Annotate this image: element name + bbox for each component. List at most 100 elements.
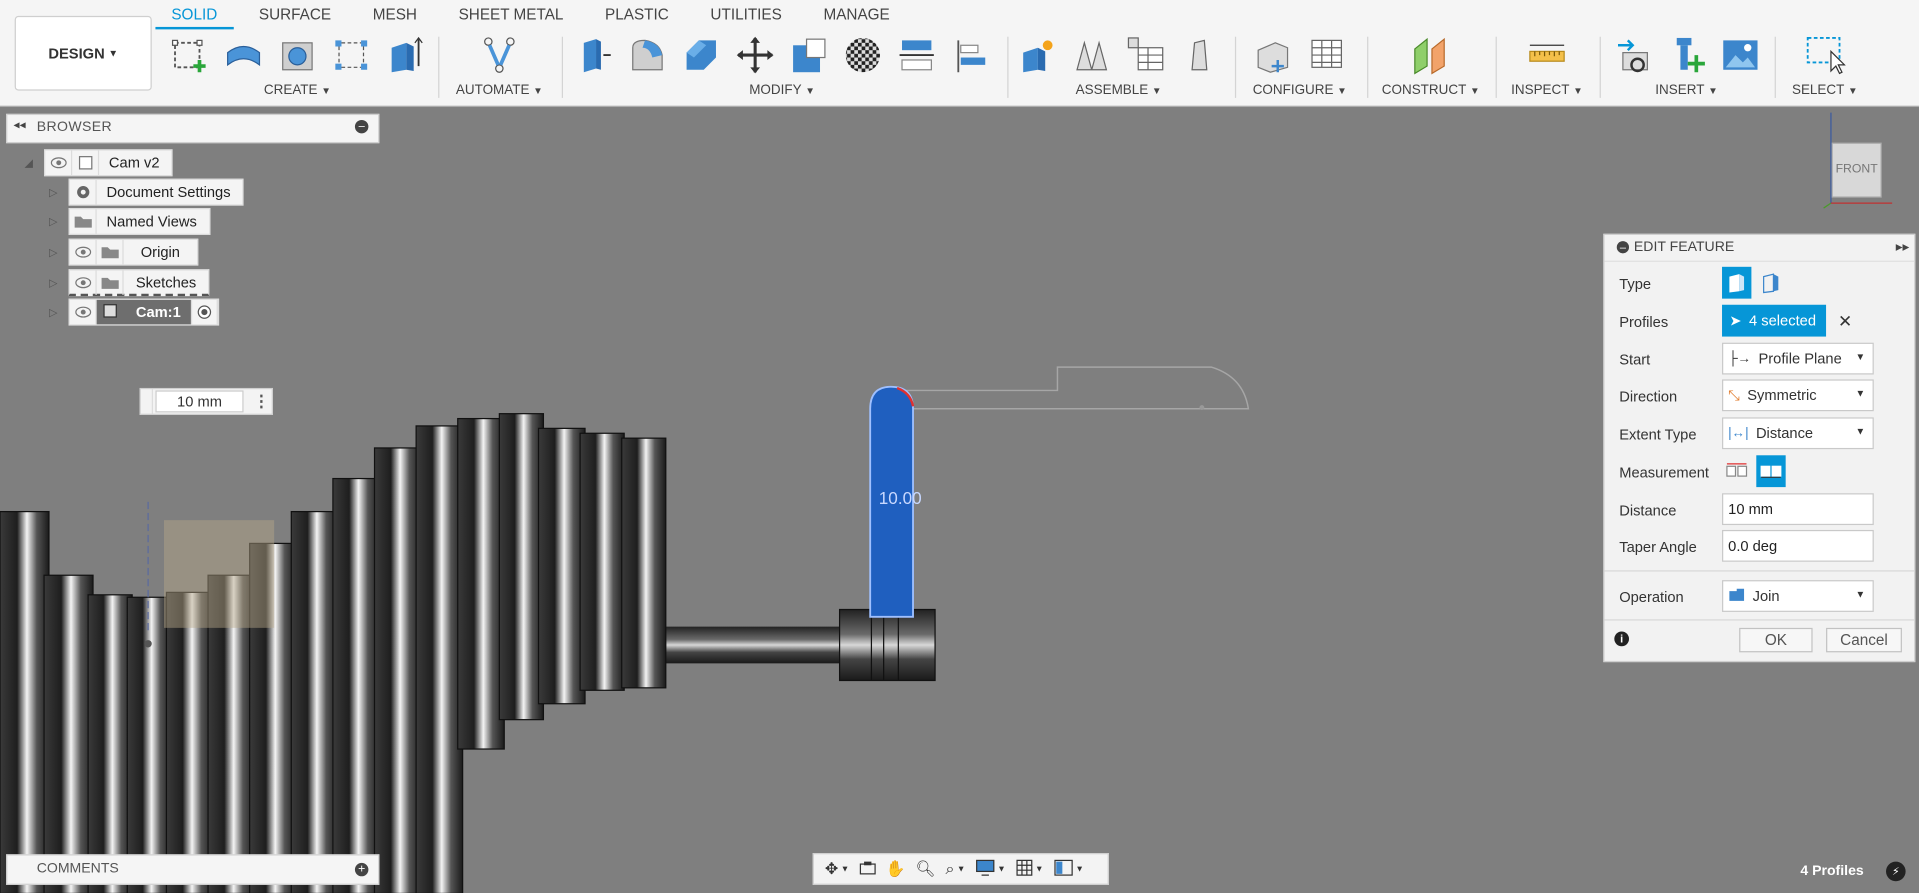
orbit-tool[interactable]: ✥ ▼ bbox=[821, 856, 853, 883]
expand-dialog-icon[interactable]: ▸▸ bbox=[1896, 239, 1910, 255]
select-icon[interactable] bbox=[1802, 32, 1849, 79]
joint-icon[interactable] bbox=[1068, 32, 1115, 79]
comments-panel[interactable]: COMMENTS + bbox=[6, 854, 380, 885]
eye-icon[interactable] bbox=[45, 150, 73, 176]
offset-plane-icon[interactable] bbox=[1407, 32, 1454, 79]
motion-link-icon[interactable] bbox=[1176, 32, 1223, 79]
tab-mesh[interactable]: MESH bbox=[373, 0, 417, 29]
expand-triangle-icon[interactable]: ▷ bbox=[49, 185, 61, 198]
expand-triangle-icon[interactable]: ▷ bbox=[49, 276, 61, 289]
insert-derive-icon[interactable] bbox=[1609, 32, 1656, 79]
expand-triangle-icon[interactable]: ▷ bbox=[49, 245, 61, 258]
scale-icon[interactable] bbox=[786, 32, 833, 79]
taper-angle-input[interactable]: 0.0 deg bbox=[1722, 529, 1874, 562]
assemble-menu[interactable]: ASSEMBLE ▼ bbox=[1011, 83, 1226, 98]
type-solid-icon[interactable] bbox=[1722, 266, 1752, 299]
create-menu[interactable]: CREATE ▼ bbox=[166, 83, 428, 98]
minimize-icon[interactable]: – bbox=[354, 119, 369, 134]
expand-triangle-icon[interactable]: ▷ bbox=[49, 305, 61, 318]
profiles-selection-button[interactable]: ➤ 4 selected bbox=[1722, 304, 1826, 337]
fillet-icon[interactable] bbox=[624, 32, 671, 79]
new-component-icon[interactable] bbox=[1015, 32, 1062, 79]
browser-item-document-settings[interactable]: ▷ Document Settings bbox=[49, 178, 245, 206]
insert-menu[interactable]: INSERT ▼ bbox=[1603, 83, 1769, 98]
sketch-profile[interactable] bbox=[890, 366, 1250, 410]
expand-triangle-icon[interactable]: ▷ bbox=[49, 215, 61, 228]
pan-tool[interactable]: ✋ bbox=[882, 856, 909, 883]
cam-shaft[interactable] bbox=[660, 626, 845, 664]
display-settings[interactable]: ▼ bbox=[971, 856, 1009, 883]
start-select[interactable]: ├→ Profile Plane ▼ bbox=[1722, 342, 1874, 375]
add-comment-icon[interactable]: + bbox=[354, 862, 369, 877]
type-thin-icon[interactable] bbox=[1756, 267, 1785, 299]
table-icon[interactable] bbox=[1122, 32, 1169, 79]
info-icon[interactable]: i bbox=[1614, 631, 1630, 647]
browser-item-component[interactable]: ▷ Cam:1 bbox=[49, 298, 219, 326]
direction-select[interactable]: ⤡ Symmetric ▼ bbox=[1722, 379, 1874, 412]
viewcube-face[interactable]: FRONT bbox=[1832, 163, 1881, 176]
extrude-icon[interactable] bbox=[220, 32, 267, 79]
eye-icon[interactable] bbox=[70, 299, 97, 325]
more-options-icon[interactable]: ⋮ bbox=[253, 392, 269, 412]
ok-button[interactable]: OK bbox=[1739, 627, 1813, 653]
distance-input[interactable]: 10 mm bbox=[1722, 493, 1874, 526]
grid-settings[interactable]: ▼ bbox=[1012, 856, 1047, 883]
viewports-settings[interactable]: ▼ bbox=[1050, 856, 1088, 883]
clear-selection-icon[interactable]: ✕ bbox=[1838, 310, 1852, 331]
measure-whole-length-icon[interactable] bbox=[1756, 455, 1786, 488]
revolve-icon[interactable] bbox=[274, 32, 321, 79]
zoom-tool[interactable]: 🔍︎ bbox=[912, 856, 940, 883]
chamfer-icon[interactable] bbox=[678, 32, 725, 79]
browser-item-origin[interactable]: ▷ Origin bbox=[49, 238, 199, 266]
measure-icon[interactable] bbox=[1524, 32, 1571, 79]
split-body-icon[interactable] bbox=[893, 32, 940, 79]
cam-hub[interactable] bbox=[838, 608, 936, 682]
look-at-tool[interactable] bbox=[855, 856, 879, 883]
operation-select[interactable]: Join ▼ bbox=[1722, 580, 1874, 612]
align-icon[interactable] bbox=[947, 32, 994, 79]
sweep-icon[interactable] bbox=[328, 32, 375, 79]
modify-menu[interactable]: MODIFY ▼ bbox=[568, 83, 996, 98]
distance-quick-input[interactable]: 10 mm bbox=[155, 390, 244, 413]
design-workspace-button[interactable]: DESIGN ▼ bbox=[14, 15, 152, 91]
viewcube[interactable]: Z FRONT bbox=[1821, 108, 1907, 211]
create-sketch-icon[interactable] bbox=[166, 32, 213, 79]
tab-utilities[interactable]: UTILITIES bbox=[710, 0, 781, 29]
press-pull-icon[interactable] bbox=[570, 32, 617, 79]
measure-one-side-icon[interactable] bbox=[1722, 455, 1751, 487]
select-menu[interactable]: SELECT ▼ bbox=[1778, 83, 1871, 98]
browser-item-sketches[interactable]: ▷ Sketches bbox=[49, 269, 210, 297]
activate-radio-icon[interactable] bbox=[190, 299, 218, 325]
configuration-table-icon[interactable] bbox=[1303, 32, 1350, 79]
collapse-panel-icon[interactable]: ◂◂ bbox=[13, 119, 25, 132]
configure-model-icon[interactable] bbox=[1250, 32, 1297, 79]
appearance-icon[interactable] bbox=[840, 32, 887, 79]
eye-icon[interactable] bbox=[70, 239, 97, 265]
inspect-menu[interactable]: INSPECT ▼ bbox=[1499, 83, 1594, 98]
fit-tool[interactable]: ⌕ ▼ bbox=[942, 856, 969, 883]
configure-menu[interactable]: CONFIGURE ▼ bbox=[1239, 83, 1361, 98]
browser-item-named-views[interactable]: ▷ Named Views bbox=[49, 208, 211, 235]
construct-menu[interactable]: CONSTRUCT ▼ bbox=[1371, 83, 1491, 98]
eye-icon[interactable] bbox=[70, 269, 97, 295]
automate-menu[interactable]: AUTOMATE ▼ bbox=[443, 83, 556, 98]
insert-mcmaster-icon[interactable] bbox=[1663, 32, 1710, 79]
collapse-triangle-icon[interactable]: ◢ bbox=[24, 156, 36, 169]
drag-handle[interactable] bbox=[141, 389, 153, 414]
tab-surface[interactable]: SURFACE bbox=[259, 0, 331, 29]
tab-manage[interactable]: MANAGE bbox=[823, 0, 889, 29]
browser-item-root[interactable]: ◢ Cam v2 bbox=[24, 149, 173, 177]
operation-control: Join ▼ bbox=[1722, 580, 1874, 612]
tab-plastic[interactable]: PLASTIC bbox=[605, 0, 669, 29]
insert-canvas-icon[interactable] bbox=[1717, 32, 1764, 79]
box-icon[interactable] bbox=[382, 32, 429, 79]
move-copy-icon[interactable] bbox=[732, 32, 779, 79]
performance-icon[interactable]: ⚡︎ bbox=[1886, 861, 1906, 882]
extent-type-select[interactable]: |↔| Distance ▼ bbox=[1722, 417, 1874, 450]
cam-drum[interactable] bbox=[0, 413, 667, 893]
cancel-button[interactable]: Cancel bbox=[1826, 627, 1902, 653]
collapse-dialog-icon[interactable]: – bbox=[1616, 241, 1630, 254]
tab-sheet-metal[interactable]: SHEET METAL bbox=[459, 0, 564, 29]
automate-icon[interactable] bbox=[476, 32, 523, 79]
tab-solid[interactable]: SOLID bbox=[155, 0, 234, 30]
